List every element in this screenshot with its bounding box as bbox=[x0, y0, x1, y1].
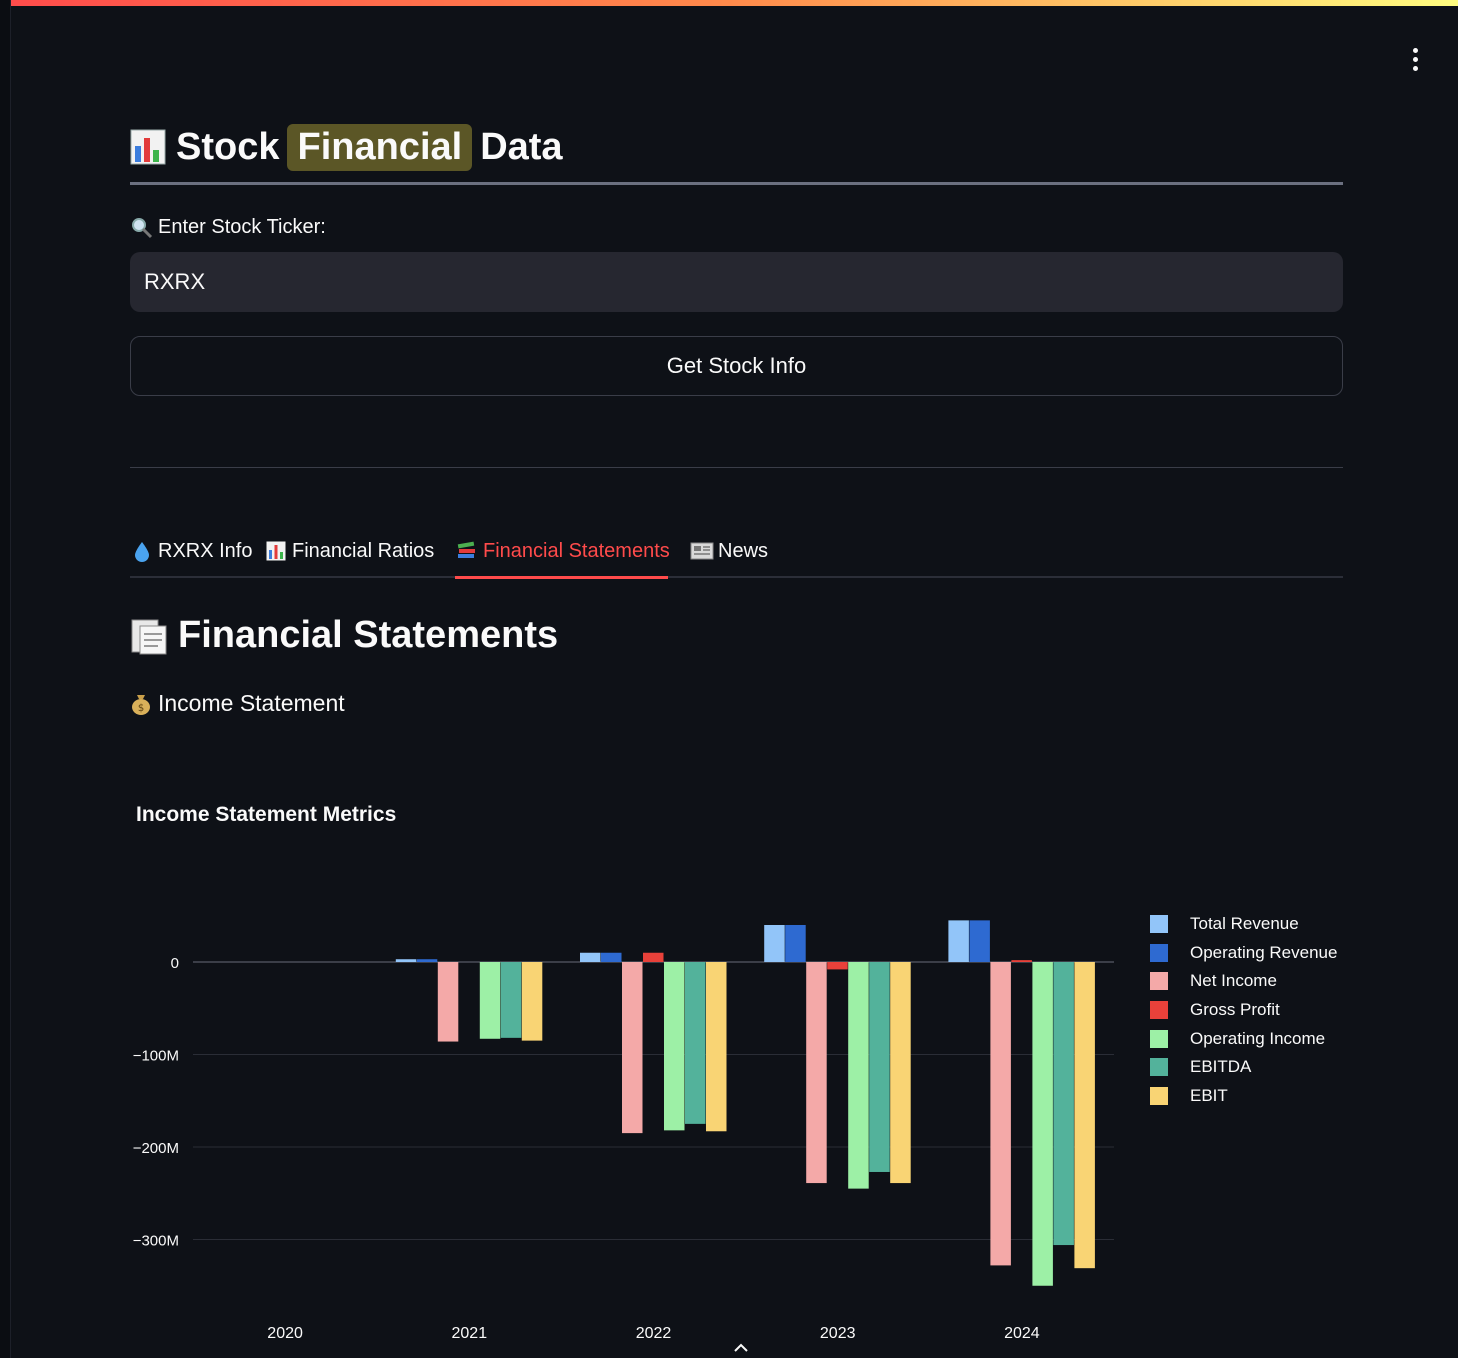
bar bbox=[1011, 960, 1032, 962]
bar bbox=[685, 962, 706, 1124]
legend-item[interactable]: Operating Income bbox=[1150, 1024, 1337, 1053]
bar bbox=[1032, 962, 1053, 1286]
legend-label: Operating Revenue bbox=[1190, 942, 1338, 962]
bar bbox=[706, 962, 727, 1132]
legend-swatch bbox=[1150, 1058, 1168, 1077]
bar bbox=[622, 962, 643, 1134]
x-tick-label: 2024 bbox=[1004, 1325, 1040, 1342]
bar bbox=[764, 925, 785, 962]
legend-item[interactable]: EBITDA bbox=[1150, 1053, 1337, 1082]
legend-swatch bbox=[1150, 943, 1168, 962]
bar bbox=[664, 962, 685, 1131]
legend-swatch bbox=[1150, 915, 1168, 934]
bar bbox=[890, 962, 911, 1184]
x-tick-label: 2020 bbox=[267, 1325, 303, 1342]
x-tick-label: 2022 bbox=[636, 1325, 672, 1342]
legend-swatch bbox=[1150, 1029, 1168, 1048]
bar bbox=[848, 962, 869, 1189]
legend-swatch bbox=[1150, 1086, 1168, 1105]
bar bbox=[969, 920, 990, 962]
bar bbox=[437, 962, 459, 1042]
bar bbox=[395, 959, 417, 962]
bar bbox=[869, 962, 890, 1172]
bar bbox=[580, 952, 601, 962]
legend-item[interactable]: Operating Revenue bbox=[1150, 939, 1337, 968]
x-tick-label: 2023 bbox=[820, 1325, 856, 1342]
legend-item[interactable]: EBIT bbox=[1150, 1082, 1337, 1111]
bar bbox=[1074, 962, 1095, 1269]
legend-swatch bbox=[1150, 972, 1168, 991]
bar bbox=[785, 925, 806, 962]
bar bbox=[806, 962, 827, 1184]
legend-label: Net Income bbox=[1190, 971, 1277, 991]
y-tick-label: −100M bbox=[133, 1048, 179, 1065]
chart-legend: Total Revenue Operating Revenue Net Income… bbox=[1150, 910, 1337, 1110]
legend-label: Operating Income bbox=[1190, 1028, 1326, 1048]
legend-item[interactable]: Net Income bbox=[1150, 967, 1337, 996]
y-tick-label: 0 bbox=[171, 955, 179, 972]
bar bbox=[521, 962, 543, 1041]
bar bbox=[479, 962, 501, 1039]
legend-label: Gross Profit bbox=[1190, 1000, 1280, 1020]
bar bbox=[1053, 962, 1074, 1246]
y-tick-label: −300M bbox=[133, 1233, 179, 1250]
y-tick-label: −200M bbox=[133, 1140, 179, 1157]
bar bbox=[990, 962, 1011, 1266]
bar bbox=[601, 952, 622, 962]
bar bbox=[643, 952, 664, 962]
chevron-up-icon[interactable] bbox=[730, 1340, 752, 1356]
bar bbox=[948, 920, 969, 962]
income-statement-chart: 0 −100M −200M −300M 2020 2021 2022 2023 2024 bbox=[133, 920, 1114, 1342]
bar bbox=[827, 962, 848, 970]
legend-swatch bbox=[1150, 1001, 1168, 1020]
bar bbox=[500, 962, 522, 1038]
legend-label: EBITDA bbox=[1190, 1057, 1252, 1077]
x-tick-label: 2021 bbox=[452, 1325, 488, 1342]
bar bbox=[416, 959, 438, 962]
legend-label: Total Revenue bbox=[1190, 914, 1299, 934]
legend-item[interactable]: Total Revenue bbox=[1150, 910, 1337, 939]
legend-label: EBIT bbox=[1190, 1085, 1228, 1105]
legend-item[interactable]: Gross Profit bbox=[1150, 996, 1337, 1025]
